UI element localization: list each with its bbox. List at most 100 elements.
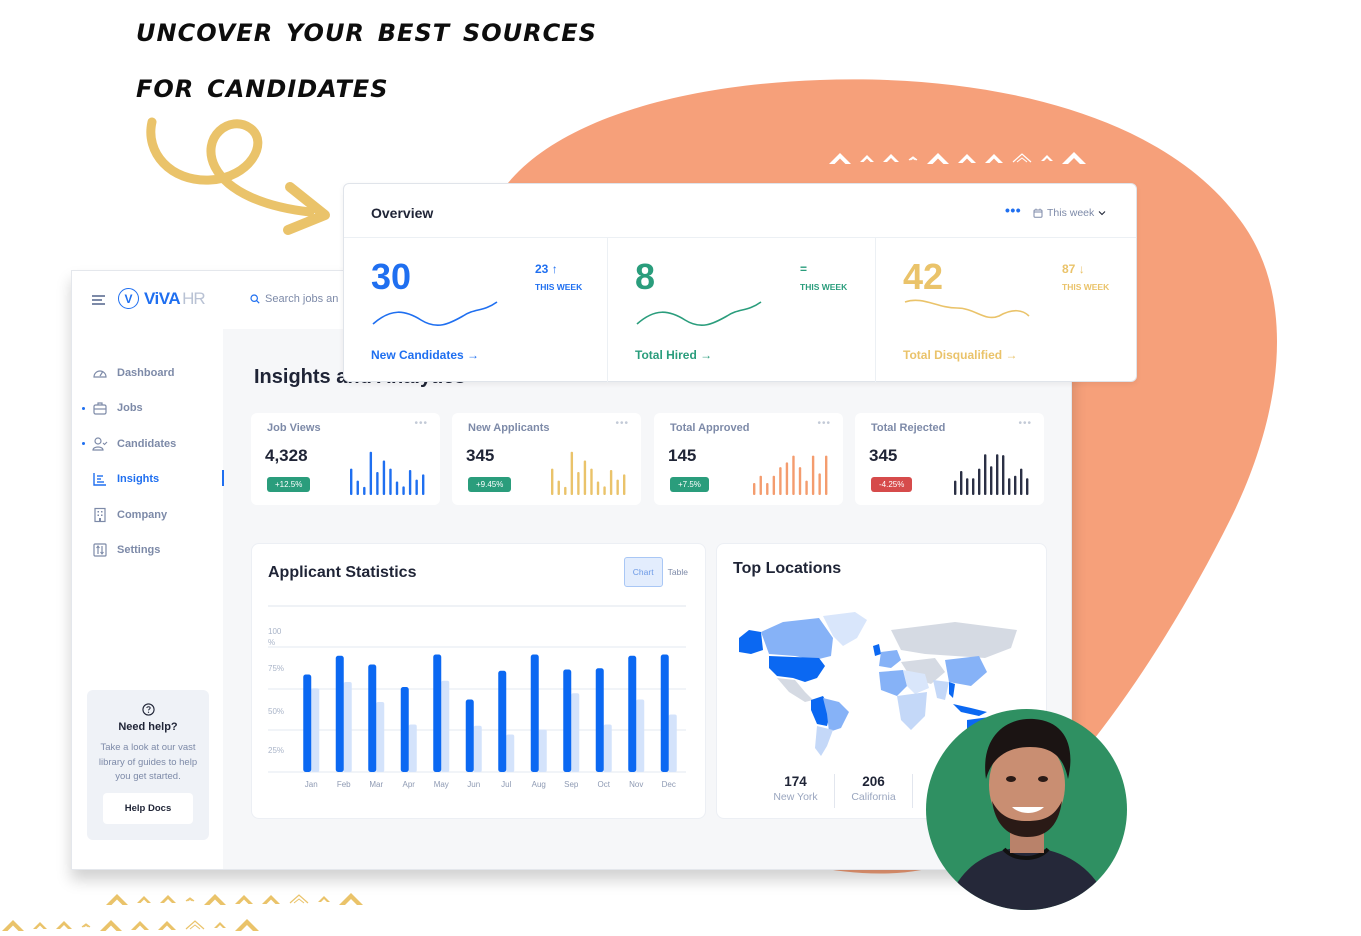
x-tick-label: Jan bbox=[305, 780, 318, 789]
map-region-alaska bbox=[739, 630, 763, 654]
briefcase-icon bbox=[93, 402, 107, 415]
help-docs-button[interactable]: Help Docs bbox=[103, 792, 193, 824]
avatar-eye-left bbox=[1006, 776, 1016, 782]
mini-bar bbox=[408, 470, 412, 495]
search-icon bbox=[250, 294, 260, 304]
mini-bar bbox=[395, 481, 399, 495]
viva-hr-logo[interactable]: V ViVA HR bbox=[118, 288, 206, 309]
sidebar-item-jobs[interactable]: Jobs bbox=[72, 391, 223, 427]
mini-bar-chart bbox=[753, 455, 828, 495]
more-horizontal-icon[interactable]: ••• bbox=[615, 418, 629, 429]
mini-bar bbox=[990, 466, 993, 495]
chevron-up-icon bbox=[2, 919, 24, 931]
mini-bar bbox=[577, 471, 580, 495]
sidebar-item-company[interactable]: Company bbox=[72, 497, 223, 533]
mini-bar bbox=[825, 455, 828, 495]
bar-secondary-oct bbox=[603, 724, 612, 772]
more-horizontal-icon[interactable]: ••• bbox=[414, 418, 428, 429]
bar-secondary-may bbox=[441, 680, 450, 772]
metric-delta: = bbox=[800, 262, 807, 276]
mini-bar bbox=[1014, 475, 1017, 495]
trend-badge: +12.5% bbox=[267, 477, 311, 492]
chevron-up-icon bbox=[860, 154, 874, 162]
metric-delta-value: = bbox=[800, 262, 808, 276]
chevron-pattern-top bbox=[829, 152, 1086, 164]
mini-bar bbox=[984, 454, 987, 495]
metric-delta: 87 ↓ bbox=[1062, 262, 1085, 276]
chevron-up-icon bbox=[985, 153, 1003, 163]
x-tick-label: Jul bbox=[501, 780, 511, 789]
stat-card-new-applicants[interactable]: New Applicants ••• 345 +9.45% bbox=[452, 413, 641, 505]
overview-metric-total-hired: 8 = THIS WEEK Total Hired → bbox=[608, 238, 876, 382]
mini-bar bbox=[1026, 478, 1029, 495]
metric-delta-value: 87 bbox=[1062, 262, 1076, 276]
sidebar-item-settings[interactable]: Settings bbox=[72, 533, 223, 569]
chevron-up-outline-icon bbox=[81, 922, 91, 927]
chevron-up-icon bbox=[235, 894, 253, 904]
gauge-icon bbox=[93, 370, 107, 378]
location-stat: 206 California bbox=[835, 774, 913, 808]
metric-link[interactable]: New Candidates → bbox=[371, 348, 479, 362]
mini-bar bbox=[811, 455, 815, 495]
chevron-up-outline-icon bbox=[289, 894, 309, 904]
more-horizontal-icon[interactable]: ••• bbox=[1018, 418, 1032, 429]
map-region-china bbox=[945, 656, 987, 686]
mini-bar bbox=[996, 454, 999, 495]
chevron-up-icon bbox=[1041, 155, 1053, 161]
stat-label: Job Views bbox=[267, 422, 321, 434]
sidebar-item-insights[interactable]: Insights bbox=[72, 462, 224, 498]
mini-bar bbox=[422, 474, 425, 495]
mini-bar-chart bbox=[551, 451, 626, 495]
sidebar-item-dashboard[interactable]: Dashboard bbox=[72, 355, 223, 391]
arrow-up-icon: ↑ bbox=[551, 262, 558, 276]
mini-bar bbox=[369, 451, 373, 495]
period-dropdown[interactable]: This week bbox=[1033, 207, 1106, 219]
sparkline bbox=[904, 299, 1030, 319]
x-tick-label: Dec bbox=[662, 780, 676, 789]
y-tick-label-unit: % bbox=[268, 638, 275, 647]
sidebar-item-label: Jobs bbox=[117, 402, 143, 415]
sidebar-item-label: Candidates bbox=[117, 437, 177, 450]
x-tick-label: Aug bbox=[532, 780, 546, 789]
stat-card-total-rejected[interactable]: Total Rejected ••• 345 -4.25% bbox=[855, 413, 1044, 505]
bar-secondary-jul bbox=[506, 734, 515, 772]
metric-delta-value: 23 bbox=[535, 262, 549, 276]
sidebar-item-label: Settings bbox=[117, 544, 161, 557]
stat-label: Total Approved bbox=[670, 422, 750, 434]
sidebar-item-candidates[interactable]: Candidates bbox=[72, 426, 223, 462]
mini-bar bbox=[785, 462, 789, 495]
metric-link[interactable]: Total Disqualified → bbox=[903, 348, 1017, 362]
overview-metric-new-candidates: 30 23 ↑ THIS WEEK New Candidates → bbox=[344, 238, 608, 382]
mini-bar bbox=[382, 460, 386, 495]
hamburger-icon[interactable] bbox=[92, 295, 105, 305]
chevron-up-outline-icon bbox=[1012, 153, 1032, 163]
y-tick-label: 100 bbox=[268, 627, 282, 636]
mini-bar bbox=[972, 478, 975, 495]
more-horizontal-icon[interactable]: ••• bbox=[817, 418, 831, 429]
stat-card-total-approved[interactable]: Total Approved ••• 145 +7.5% bbox=[654, 413, 843, 505]
metric-delta: 23 ↑ bbox=[535, 262, 558, 276]
applicant-statistics-panel: Applicant Statistics Chart Table 100% 75%… bbox=[251, 543, 706, 819]
chevron-up-icon bbox=[927, 152, 949, 164]
map-region-india bbox=[933, 680, 949, 700]
more-horizontal-icon[interactable]: ••• bbox=[1005, 202, 1021, 218]
period-value: This week bbox=[1047, 207, 1095, 219]
chevron-up-icon bbox=[33, 921, 47, 929]
mini-bar bbox=[389, 468, 392, 495]
map-region-uk bbox=[873, 644, 881, 656]
stat-card-job-views[interactable]: Job Views ••• 4,328 +12.5% bbox=[251, 413, 440, 505]
metric-period-label: THIS WEEK bbox=[1062, 282, 1110, 292]
mini-bar bbox=[966, 478, 969, 495]
mini-bar bbox=[623, 474, 626, 495]
bar-primary-dec bbox=[660, 654, 669, 772]
stat-value: 345 bbox=[466, 446, 495, 465]
search-input[interactable]: Search jobs an bbox=[250, 293, 338, 305]
map-region-indonesia bbox=[953, 704, 987, 716]
headline-line-1: Uncover your best sources bbox=[136, 10, 597, 50]
metric-link[interactable]: Total Hired → bbox=[635, 348, 712, 362]
bar-primary-may bbox=[433, 654, 442, 772]
chevron-up-icon bbox=[958, 153, 976, 163]
bar-secondary-nov bbox=[636, 699, 645, 772]
chevron-up-icon bbox=[883, 154, 899, 162]
mini-bar bbox=[564, 486, 567, 495]
